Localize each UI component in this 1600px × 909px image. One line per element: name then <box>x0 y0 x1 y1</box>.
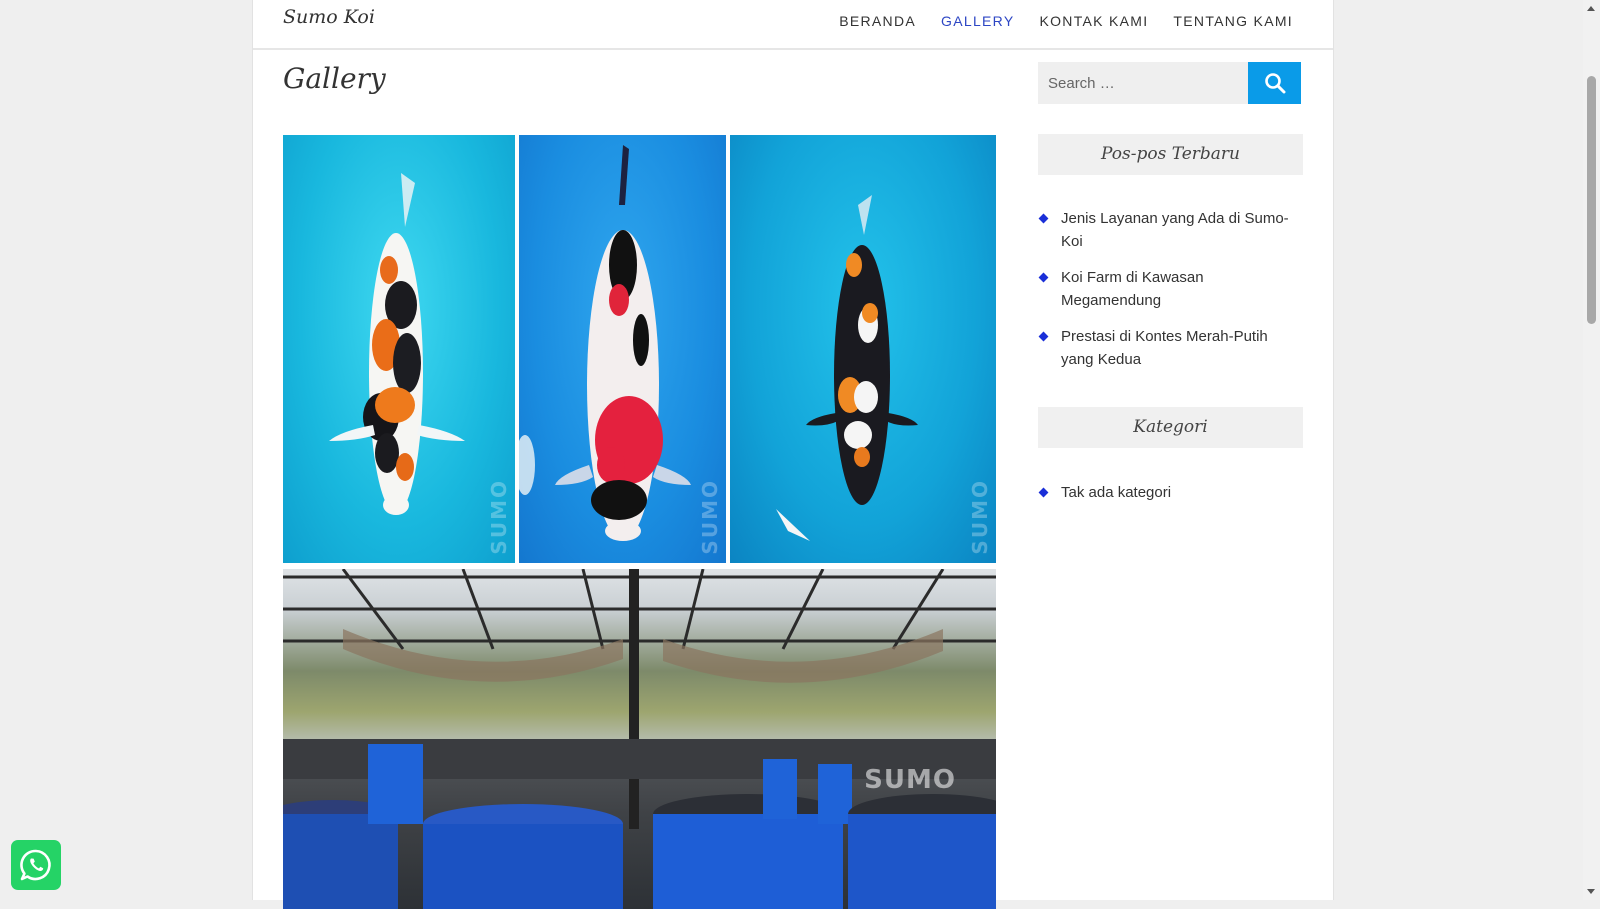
site-header: Sumo Koi BERANDA GALLERY KONTAK KAMI TEN… <box>253 0 1333 50</box>
diamond-bullet-icon <box>1038 487 1049 498</box>
photo-watermark: SUMO <box>864 765 956 795</box>
nav-item-gallery[interactable]: GALLERY <box>941 13 1014 29</box>
main-nav: BERANDA GALLERY KONTAK KAMI TENTANG KAMI <box>839 13 1293 29</box>
list-item: Jenis Layanan yang Ada di Sumo-Koi <box>1038 207 1303 253</box>
gallery-photo-koi-2[interactable]: SUMO <box>519 135 726 563</box>
page-container: Sumo Koi BERANDA GALLERY KONTAK KAMI TEN… <box>252 0 1334 909</box>
scroll-up-icon[interactable] <box>1587 6 1595 11</box>
recent-posts-title: Pos-pos Terbaru <box>1038 134 1303 175</box>
search-input[interactable] <box>1038 62 1248 104</box>
photo-watermark: SUMO <box>698 479 722 555</box>
page-scrollbar[interactable] <box>1583 0 1600 900</box>
nav-item-beranda[interactable]: BERANDA <box>839 13 916 29</box>
scrollbar-thumb[interactable] <box>1587 76 1596 324</box>
site-title[interactable]: Sumo Koi <box>283 6 375 28</box>
koi-fish-1-image <box>329 173 465 515</box>
gallery-photo-koi-1[interactable]: SUMO <box>283 135 515 563</box>
scroll-down-icon[interactable] <box>1587 889 1595 894</box>
diamond-bullet-icon <box>1038 213 1049 224</box>
search-form <box>1038 62 1303 104</box>
whatsapp-button[interactable] <box>11 840 61 890</box>
photo-watermark: SUMO <box>968 479 992 555</box>
search-icon <box>1264 73 1285 94</box>
category-link[interactable]: Tak ada kategori <box>1061 484 1171 501</box>
sidebar: Pos-pos Terbaru Jenis Layanan yang Ada d… <box>1038 62 1303 504</box>
recent-posts-list: Jenis Layanan yang Ada di Sumo-Koi Koi F… <box>1038 207 1303 371</box>
list-item: Prestasi di Kontes Merah-Putih yang Kedu… <box>1038 325 1303 371</box>
koi-fish-3-image <box>776 195 918 541</box>
whatsapp-icon <box>20 849 51 881</box>
categories-list: Tak ada kategori <box>1038 481 1303 504</box>
recent-post-link[interactable]: Jenis Layanan yang Ada di Sumo-Koi <box>1061 210 1289 250</box>
koi-fish-2-image <box>519 145 691 541</box>
categories-title: Kategori <box>1038 407 1303 448</box>
koi-farm-image <box>283 569 996 909</box>
gallery-photo-koi-farm[interactable]: SUMO <box>283 569 996 909</box>
nav-item-tentang-kami[interactable]: TENTANG KAMI <box>1173 13 1293 29</box>
recent-post-link[interactable]: Koi Farm di Kawasan Megamendung <box>1061 269 1204 309</box>
photo-watermark: SUMO <box>487 479 511 555</box>
page-title: Gallery <box>283 62 386 95</box>
list-item: Tak ada kategori <box>1038 481 1303 504</box>
diamond-bullet-icon <box>1038 331 1049 342</box>
recent-post-link[interactable]: Prestasi di Kontes Merah-Putih yang Kedu… <box>1061 328 1268 368</box>
gallery-photo-koi-3[interactable]: SUMO <box>730 135 996 563</box>
search-button[interactable] <box>1248 62 1301 104</box>
nav-item-kontak-kami[interactable]: KONTAK KAMI <box>1039 13 1148 29</box>
list-item: Koi Farm di Kawasan Megamendung <box>1038 266 1303 312</box>
diamond-bullet-icon <box>1038 272 1049 283</box>
